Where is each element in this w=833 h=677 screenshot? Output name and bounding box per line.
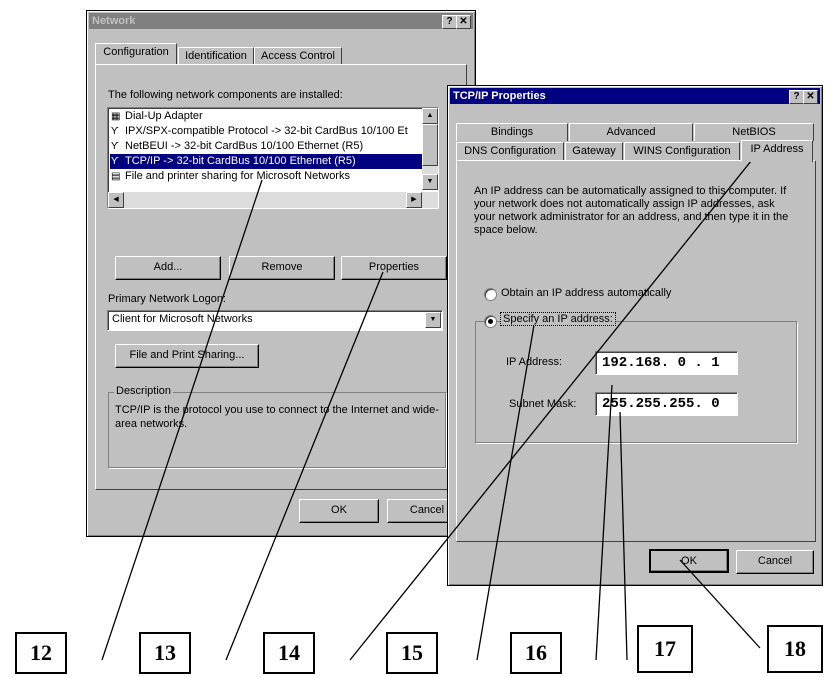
protocol-icon: Ƴ bbox=[111, 156, 119, 167]
network-window: Network ? ✕ Configuration Identification… bbox=[86, 10, 476, 537]
protocol-icon: Ƴ bbox=[111, 126, 119, 137]
obtain-ip-label[interactable]: Obtain an IP address automatically bbox=[501, 287, 671, 299]
network-ok-button[interactable]: OK bbox=[299, 499, 379, 523]
network-title: Network bbox=[92, 15, 136, 27]
scroll-down-icon[interactable]: ▼ bbox=[422, 174, 438, 190]
list-item-file-sharing[interactable]: ▤ File and printer sharing for Microsoft … bbox=[110, 169, 350, 184]
tab-dns-configuration[interactable]: DNS Configuration bbox=[456, 142, 564, 161]
primary-logon-label: Primary Network Logon: bbox=[108, 293, 226, 305]
remove-button[interactable]: Remove bbox=[229, 256, 335, 280]
tcpip-title: TCP/IP Properties bbox=[453, 90, 546, 102]
tab-ip-address[interactable]: IP Address bbox=[741, 140, 813, 162]
file-sharing-icon: ▤ bbox=[111, 171, 121, 182]
callout-18: 18 bbox=[767, 625, 823, 673]
callout-16: 16 bbox=[510, 632, 562, 674]
horizontal-scrollbar[interactable]: ◀ ▶ bbox=[108, 192, 438, 208]
tab-bindings[interactable]: Bindings bbox=[456, 123, 568, 141]
tcpip-ok-button[interactable]: OK bbox=[649, 549, 729, 573]
file-print-sharing-button[interactable]: File and Print Sharing... bbox=[115, 344, 259, 368]
scroll-up-icon[interactable]: ▲ bbox=[422, 108, 438, 124]
primary-logon-select[interactable]: Client for Microsoft Networks ▼ bbox=[107, 310, 443, 331]
chevron-down-icon[interactable]: ▼ bbox=[425, 312, 441, 328]
description-text: TCP/IP is the protocol you use to connec… bbox=[115, 404, 439, 430]
callout-15: 15 bbox=[386, 632, 438, 674]
vertical-scrollbar[interactable]: ▲ ▼ bbox=[422, 108, 438, 190]
obtain-ip-radio[interactable] bbox=[484, 288, 497, 301]
network-titlebar[interactable]: Network ? ✕ bbox=[89, 13, 473, 29]
list-item-dialup[interactable]: ▦ Dial-Up Adapter bbox=[110, 109, 203, 124]
protocol-icon: Ƴ bbox=[111, 141, 119, 152]
tab-wins-configuration[interactable]: WINS Configuration bbox=[624, 142, 740, 161]
list-item-netbeui[interactable]: Ƴ NetBEUI -> 32-bit CardBus 10/100 Ethern… bbox=[110, 139, 363, 154]
components-list[interactable]: ▦ Dial-Up Adapter Ƴ IPX/SPX-compatible Pro… bbox=[107, 107, 439, 209]
callout-17: 17 bbox=[637, 625, 693, 673]
ip-address-label: IP Address: bbox=[506, 356, 563, 368]
help-icon[interactable]: ? bbox=[789, 90, 804, 104]
tab-gateway[interactable]: Gateway bbox=[565, 142, 623, 161]
specify-ip-radio[interactable] bbox=[484, 315, 497, 328]
list-item-tcpip[interactable]: Ƴ TCP/IP -> 32-bit CardBus 10/100 Etherne… bbox=[110, 154, 425, 169]
properties-button[interactable]: Properties bbox=[341, 256, 447, 280]
subnet-mask-value: 255.255.255. 0 bbox=[602, 396, 720, 412]
tab-advanced[interactable]: Advanced bbox=[569, 123, 693, 141]
primary-logon-value: Client for Microsoft Networks bbox=[112, 313, 253, 325]
tab-configuration[interactable]: Configuration bbox=[95, 43, 177, 64]
tcpip-window: TCP/IP Properties ? ✕ Bindings Advanced … bbox=[447, 85, 823, 586]
specify-ip-group bbox=[475, 321, 797, 443]
tcpip-titlebar[interactable]: TCP/IP Properties ? ✕ bbox=[450, 88, 820, 104]
callout-12: 12 bbox=[15, 632, 67, 674]
subnet-mask-field[interactable]: 255.255.255. 0 bbox=[595, 392, 738, 416]
scroll-left-icon[interactable]: ◀ bbox=[108, 192, 124, 208]
components-label: The following network components are ins… bbox=[108, 89, 343, 101]
ip-address-value: 192.168. 0 . 1 bbox=[602, 355, 720, 371]
ip-intro-text: An IP address can be automatically assig… bbox=[474, 185, 789, 236]
dialup-adapter-icon: ▦ bbox=[111, 111, 121, 122]
list-item-ipx[interactable]: Ƴ IPX/SPX-compatible Protocol -> 32-bit C… bbox=[110, 124, 408, 139]
tcpip-cancel-button[interactable]: Cancel bbox=[736, 550, 814, 574]
ip-address-field[interactable]: 192.168. 0 . 1 bbox=[595, 351, 738, 375]
scroll-right-icon[interactable]: ▶ bbox=[406, 192, 422, 208]
help-icon[interactable]: ? bbox=[442, 15, 457, 29]
callout-13: 13 bbox=[139, 632, 191, 674]
close-icon[interactable]: ✕ bbox=[803, 90, 818, 104]
scroll-thumb[interactable] bbox=[422, 124, 438, 166]
description-legend: Description bbox=[114, 385, 174, 397]
tab-netbios[interactable]: NetBIOS bbox=[694, 123, 814, 141]
add-button[interactable]: Add... bbox=[115, 256, 221, 280]
subnet-mask-label: Subnet Mask: bbox=[509, 398, 577, 410]
specify-ip-label[interactable]: Specify an IP address: bbox=[500, 312, 616, 326]
callout-14: 14 bbox=[263, 632, 315, 674]
close-icon[interactable]: ✕ bbox=[456, 15, 471, 29]
